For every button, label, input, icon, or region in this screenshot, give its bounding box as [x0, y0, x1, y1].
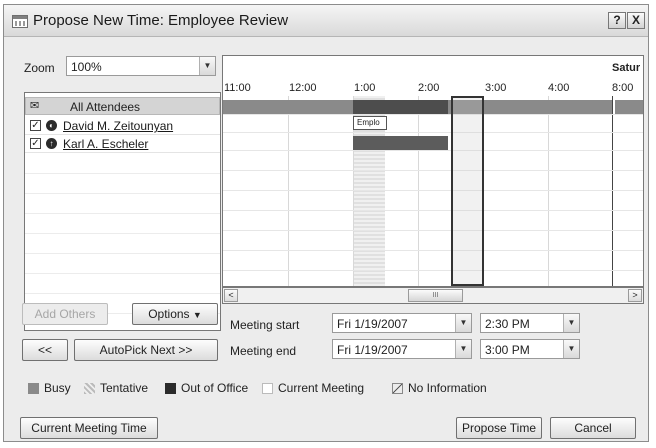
- time-label: 11:00: [224, 82, 251, 94]
- meeting-end-label: Meeting end: [230, 344, 297, 358]
- hour-line: [548, 96, 549, 286]
- row-line: [223, 132, 643, 133]
- dialog-title: Propose New Time: Employee Review: [33, 12, 289, 29]
- chevron-down-icon[interactable]: ▼: [199, 57, 215, 75]
- busy-swatch: [28, 383, 39, 394]
- legend-busy: Busy: [44, 381, 71, 395]
- scroll-left-icon[interactable]: <: [224, 289, 238, 302]
- calendar-icon: [12, 15, 28, 28]
- attendee-row[interactable]: ✓ ◐ David M. Zeitounyan: [25, 117, 220, 135]
- busy-hint: Emplo: [353, 116, 387, 130]
- help-button[interactable]: ?: [608, 12, 626, 29]
- row-divider: [25, 273, 220, 274]
- scroll-thumb[interactable]: III: [408, 289, 463, 302]
- time-label: 12:00: [289, 82, 317, 94]
- time-label: 2:00: [418, 82, 440, 94]
- meeting-start-label: Meeting start: [230, 318, 300, 332]
- chevron-down-icon[interactable]: ▼: [455, 340, 471, 358]
- all-attendees-label: All Attendees: [70, 100, 141, 114]
- hour-line: [418, 96, 419, 286]
- scroll-right-icon[interactable]: >: [628, 289, 642, 302]
- chevron-down-icon[interactable]: ▼: [455, 314, 471, 332]
- attendee-busy-bar: [353, 136, 448, 150]
- row-line: [223, 150, 643, 151]
- row-line: [223, 190, 643, 191]
- attendee-checkbox[interactable]: ✓: [30, 138, 41, 149]
- row-divider: [25, 193, 220, 194]
- propose-time-button[interactable]: Propose Time: [456, 417, 542, 439]
- current-meeting-time-button[interactable]: Current Meeting Time: [20, 417, 158, 439]
- row-line: [223, 250, 643, 251]
- row-divider: [25, 253, 220, 254]
- end-date-value: Fri 1/19/2007: [337, 343, 408, 357]
- all-attendees-row[interactable]: ✉ All Attendees: [25, 97, 220, 115]
- chevron-down-icon[interactable]: ▼: [563, 340, 579, 358]
- organizer-icon: ◐: [46, 120, 57, 131]
- legend-no-information: No Information: [408, 381, 487, 395]
- time-label: 8:00: [612, 82, 634, 94]
- current-meeting-swatch: [262, 383, 273, 394]
- row-divider: [25, 293, 220, 294]
- start-date-value: Fri 1/19/2007: [337, 317, 408, 331]
- title-bar: Propose New Time: Employee Review ? X: [4, 5, 648, 37]
- row-divider: [25, 173, 220, 174]
- legend-tentative: Tentative: [100, 381, 149, 395]
- legend-current-meeting: Current Meeting: [278, 381, 365, 395]
- time-label: 4:00: [548, 82, 570, 94]
- end-time-value: 3:00 PM: [485, 343, 530, 357]
- add-others-button[interactable]: Add Others: [22, 303, 108, 325]
- legend-out-of-office: Out of Office: [181, 381, 249, 395]
- time-label: 1:00: [354, 82, 376, 94]
- required-attendee-icon: ↑: [46, 138, 57, 149]
- start-time-value: 2:30 PM: [485, 317, 530, 331]
- meeting-start-time[interactable]: 2:30 PM ▼: [480, 313, 580, 333]
- meeting-end-date[interactable]: Fri 1/19/2007 ▼: [332, 339, 472, 359]
- attendee-row[interactable]: ✓ ↑ Karl A. Escheler: [25, 135, 220, 153]
- attendee-panel: Zoom 100% ▼ ✉ All Attendees ✓ ◐ David M.…: [22, 51, 221, 331]
- autopick-next-button[interactable]: AutoPick Next >>: [74, 339, 218, 361]
- meeting-selection[interactable]: [451, 96, 484, 286]
- legend: Busy Tentative Out of Office Current Mee…: [22, 379, 642, 395]
- row-divider: [25, 213, 220, 214]
- attendee-name[interactable]: David M. Zeitounyan: [63, 119, 173, 133]
- meeting-end-time[interactable]: 3:00 PM ▼: [480, 339, 580, 359]
- zoom-select[interactable]: 100% ▼: [66, 56, 216, 76]
- row-line: [223, 270, 643, 271]
- chevron-down-icon[interactable]: ▼: [563, 314, 579, 332]
- no-information-swatch: [392, 383, 403, 394]
- chevron-down-icon: ▼: [192, 310, 202, 320]
- attendee-checkbox[interactable]: ✓: [30, 120, 41, 131]
- cancel-button[interactable]: Cancel: [550, 417, 636, 439]
- out-of-office-swatch: [165, 383, 176, 394]
- propose-time-dialog: Propose New Time: Employee Review ? X Zo…: [3, 4, 649, 442]
- attendee-list: ✉ All Attendees ✓ ◐ David M. Zeitounyan …: [24, 92, 221, 331]
- row-line: [223, 230, 643, 231]
- hour-line: [288, 96, 289, 286]
- zoom-value: 100%: [71, 60, 102, 74]
- row-line: [223, 114, 643, 115]
- day-label: Satur: [612, 62, 641, 74]
- free-busy-grid[interactable]: Satur 11:00 12:00 1:00 2:00 3:00 4:00 8:…: [222, 55, 644, 287]
- horizontal-scrollbar[interactable]: < III >: [222, 287, 644, 304]
- zoom-label: Zoom: [24, 61, 55, 75]
- time-label: 3:00: [485, 82, 507, 94]
- meeting-start-date[interactable]: Fri 1/19/2007 ▼: [332, 313, 472, 333]
- next-day-busy-bar: [615, 100, 643, 114]
- tentative-swatch: [84, 383, 95, 394]
- envelope-icon: ✉: [30, 100, 40, 112]
- row-divider: [25, 233, 220, 234]
- row-line: [223, 210, 643, 211]
- all-attendees-merged-busy: [353, 100, 448, 114]
- day-divider: [612, 96, 613, 286]
- attendee-name[interactable]: Karl A. Escheler: [63, 137, 148, 151]
- row-line: [223, 170, 643, 171]
- close-button[interactable]: X: [627, 12, 645, 29]
- options-button[interactable]: Options ▼: [132, 303, 218, 325]
- options-label: Options: [148, 307, 190, 321]
- autopick-previous-button[interactable]: <<: [22, 339, 68, 361]
